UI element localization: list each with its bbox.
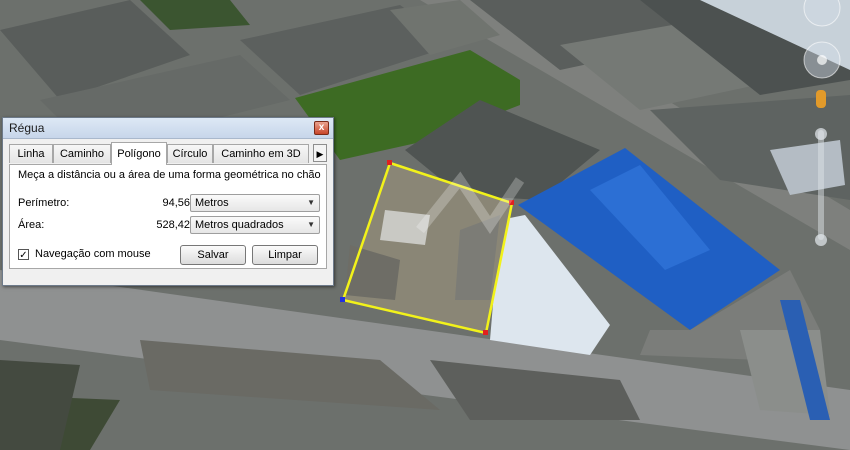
- perimeter-unit-select[interactable]: Metros ▼: [190, 194, 320, 212]
- checkmark-icon: ✓: [19, 250, 28, 261]
- area-unit: Metros quadrados: [195, 219, 284, 231]
- tab-strip: Linha Caminho Polígono Círculo Caminho e…: [9, 142, 327, 165]
- save-button[interactable]: Salvar: [180, 245, 246, 265]
- tab-scroll-right-icon[interactable]: ▶: [313, 144, 327, 162]
- perimeter-value: 94,56: [162, 197, 190, 209]
- tab-circle[interactable]: Círculo: [167, 144, 213, 163]
- mouse-navigation-label: Navegação com mouse: [35, 248, 151, 260]
- close-icon[interactable]: x: [314, 121, 329, 135]
- ruler-dialog: Régua x Linha Caminho Polígono Círculo C…: [2, 117, 334, 286]
- area-value: 528,42: [156, 219, 190, 231]
- perimeter-unit: Metros: [195, 197, 229, 209]
- tab-line[interactable]: Linha: [9, 144, 53, 163]
- area-label: Área:: [18, 219, 45, 231]
- dialog-title: Régua: [9, 121, 45, 135]
- dropdown-arrow-icon: ▼: [307, 220, 315, 229]
- street-view-pegman-icon[interactable]: [816, 90, 826, 108]
- dialog-titlebar[interactable]: Régua x: [3, 118, 333, 139]
- vertex-handle[interactable]: [340, 297, 345, 302]
- tab-polygon[interactable]: Polígono: [111, 142, 167, 165]
- perimeter-label: Perímetro:: [18, 197, 70, 209]
- mouse-navigation-checkbox[interactable]: ✓: [18, 249, 29, 261]
- area-unit-select[interactable]: Metros quadrados ▼: [190, 216, 320, 234]
- dropdown-arrow-icon: ▼: [307, 198, 315, 207]
- clear-button[interactable]: Limpar: [252, 245, 318, 265]
- instructions-text: Meça a distância ou a área de uma forma …: [18, 169, 321, 181]
- tab-3d-path[interactable]: Caminho em 3D: [213, 144, 309, 163]
- look-control-icon[interactable]: [803, 41, 841, 79]
- tab-path[interactable]: Caminho: [53, 144, 111, 163]
- vertex-handle[interactable]: [483, 330, 488, 335]
- polygon-panel: Meça a distância ou a área de uma forma …: [9, 164, 327, 269]
- vertex-handle[interactable]: [387, 160, 392, 165]
